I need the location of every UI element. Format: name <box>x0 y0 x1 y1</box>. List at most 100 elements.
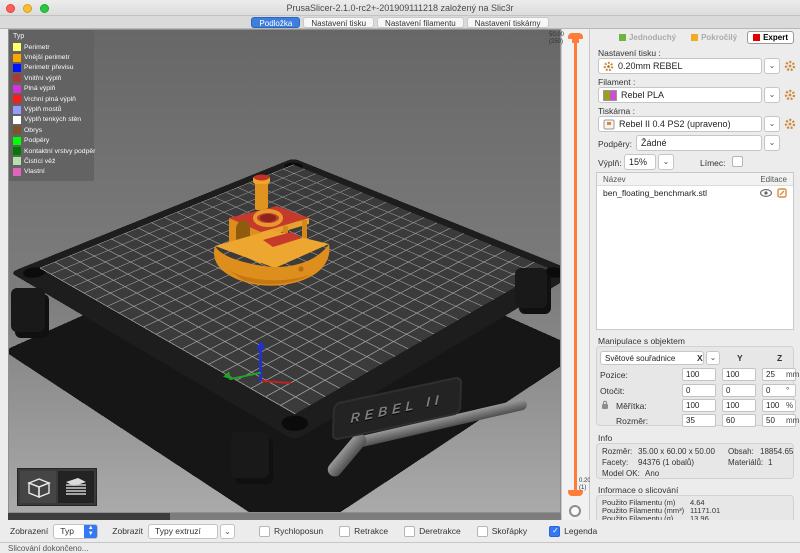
legend-swatch <box>13 116 21 124</box>
scale-x-input[interactable] <box>682 399 716 412</box>
cube-3d-icon <box>25 475 51 499</box>
filament-gear-button[interactable] <box>782 87 797 103</box>
legend-swatch <box>13 126 21 134</box>
view-select-value: Typ <box>54 526 84 536</box>
window-title: PrusaSlicer-2.1.0-rc2+-201909111218 zalo… <box>0 3 800 13</box>
legend-item: Podpěry <box>13 136 90 146</box>
print-settings-gear-button[interactable] <box>782 58 797 74</box>
window-controls <box>6 4 49 13</box>
mode-simple-button[interactable]: Jednoduchý <box>614 31 681 44</box>
preview-toolbar: Zobrazení Typ ▲▼ Zobrazit Typy extruzí ⌄… <box>0 520 800 542</box>
show-combo[interactable]: Typy extruzí <box>148 524 218 539</box>
editace-icon[interactable] <box>777 188 787 198</box>
minimize-window-icon[interactable] <box>23 4 32 13</box>
shells-checkbox-icon[interactable] <box>477 526 488 537</box>
close-window-icon[interactable] <box>6 4 15 13</box>
edit-column-header: Editace <box>760 175 787 184</box>
scale-unit: % <box>786 401 793 410</box>
position-x-input[interactable] <box>682 368 716 381</box>
position-y-input[interactable] <box>722 368 756 381</box>
benchy-model[interactable] <box>205 168 341 296</box>
object-row[interactable]: ben_floating_benchmark.stl <box>597 186 793 200</box>
tab-printer-settings[interactable]: Nastavení tiskárny <box>467 17 549 28</box>
print-settings-dropdown-button[interactable]: ⌄ <box>764 58 780 74</box>
view-label: Zobrazení <box>10 526 48 536</box>
slider-bottom-height: 0.20 <box>579 478 591 485</box>
unretractions-checkbox-icon[interactable] <box>404 526 415 537</box>
eye-icon[interactable] <box>760 189 772 197</box>
legend-swatch <box>13 147 21 155</box>
printer-value: Rebel II 0.4 PS2 (upraveno) <box>619 119 731 129</box>
brim-checkbox[interactable] <box>732 156 743 167</box>
name-column-header: Název <box>603 175 626 184</box>
size-y-input[interactable] <box>722 414 756 427</box>
rotate-y-input[interactable] <box>722 384 756 397</box>
expert-mode-icon <box>753 34 760 41</box>
legend-swatch <box>13 137 21 145</box>
coordinates-combo[interactable]: Světové souřadnice <box>600 351 704 365</box>
scale-y-input[interactable] <box>722 399 756 412</box>
one-layer-mode-toggle[interactable] <box>569 505 581 517</box>
info-volume-label: Obsah: <box>728 447 754 456</box>
printer-combo[interactable]: Rebel II 0.4 PS2 (upraveno) <box>598 116 762 132</box>
tab-filament-settings[interactable]: Nastavení filamentu <box>377 17 464 28</box>
bed-foot-right <box>515 268 547 308</box>
horizontal-move-slider[interactable] <box>8 513 561 520</box>
rotate-x-input[interactable] <box>682 384 716 397</box>
printer-gear-button[interactable] <box>782 116 797 132</box>
legend-checkbox-icon[interactable] <box>549 526 560 537</box>
checkbox-shells[interactable]: Skořápky <box>477 526 527 537</box>
coordinates-dropdown-button[interactable]: ⌄ <box>706 351 720 365</box>
printer-dropdown-button[interactable]: ⌄ <box>764 116 780 132</box>
filament-dropdown-button[interactable]: ⌄ <box>764 87 780 103</box>
position-label: Pozice: <box>600 370 628 380</box>
preview-3d-viewport[interactable]: REBEL II Typ Perimetr V <box>8 29 561 513</box>
slicing-info-title: Informace o slicování <box>598 485 678 495</box>
zoom-window-icon[interactable] <box>40 4 49 13</box>
layers-icon <box>63 475 89 499</box>
infill-dropdown-button[interactable]: ⌄ <box>658 154 674 170</box>
supports-combo[interactable]: Žádné <box>636 135 762 151</box>
layer-slider-track[interactable] <box>574 41 577 493</box>
rotate-z-input[interactable] <box>762 384 796 397</box>
horizontal-slider-handle[interactable] <box>8 513 170 520</box>
retractions-checkbox-icon[interactable] <box>339 526 350 537</box>
checkbox-retractions[interactable]: Retrakce <box>339 526 388 537</box>
print-settings-label: Nastavení tisku : <box>598 48 661 58</box>
info-materials-label: Materiálů: <box>728 458 763 467</box>
printer-icon <box>603 119 615 130</box>
bed-foot-front <box>231 432 269 478</box>
mode-advanced-button[interactable]: Pokročilý <box>686 31 742 44</box>
size-label: Rozměr: <box>616 416 648 426</box>
infill-combo[interactable]: 15% <box>624 154 656 170</box>
legend-item: Perimetr převisu <box>13 63 90 73</box>
supports-dropdown-button[interactable]: ⌄ <box>764 135 780 151</box>
travel-checkbox-icon[interactable] <box>259 526 270 537</box>
view-mode-buttons <box>17 468 97 506</box>
axis-z-header: Z <box>777 353 782 363</box>
tab-plater[interactable]: Podložka <box>251 17 300 28</box>
brim-label: Límec: <box>700 158 726 168</box>
slider-top-height: 50.00 <box>549 32 561 39</box>
show-dropdown-button[interactable]: ⌄ <box>220 524 235 539</box>
legend-item: Výplň tenkých stěn <box>13 115 90 125</box>
filament-combo[interactable]: Rebel PLA <box>598 87 762 103</box>
info-facets-label: Facety: <box>602 458 628 467</box>
lock-icon[interactable] <box>601 400 609 410</box>
view-select[interactable]: Typ ▲▼ <box>53 524 98 539</box>
size-x-input[interactable] <box>682 414 716 427</box>
show-label: Zobrazit <box>112 526 143 536</box>
tab-print-settings[interactable]: Nastavení tisku <box>303 17 374 28</box>
checkbox-travel[interactable]: Rychloposun <box>259 526 323 537</box>
checkbox-legend[interactable]: Legenda <box>549 526 597 537</box>
checkbox-unretractions[interactable]: Deretrakce <box>404 526 461 537</box>
preview-view-button[interactable] <box>58 471 94 503</box>
layer-slider-upper-handle[interactable] <box>568 33 583 39</box>
info-facets-value: 94376 (1 obalů) <box>638 458 694 467</box>
editor-view-button[interactable] <box>20 471 56 503</box>
mode-expert-button[interactable]: Expert <box>747 31 794 44</box>
show-combo-value: Typy extruzí <box>155 526 201 536</box>
print-settings-combo[interactable]: 0.20mm REBEL <box>598 58 762 74</box>
legend-item: Vrchní plná výplň <box>13 94 90 104</box>
legend-item: Perimetr <box>13 42 90 52</box>
